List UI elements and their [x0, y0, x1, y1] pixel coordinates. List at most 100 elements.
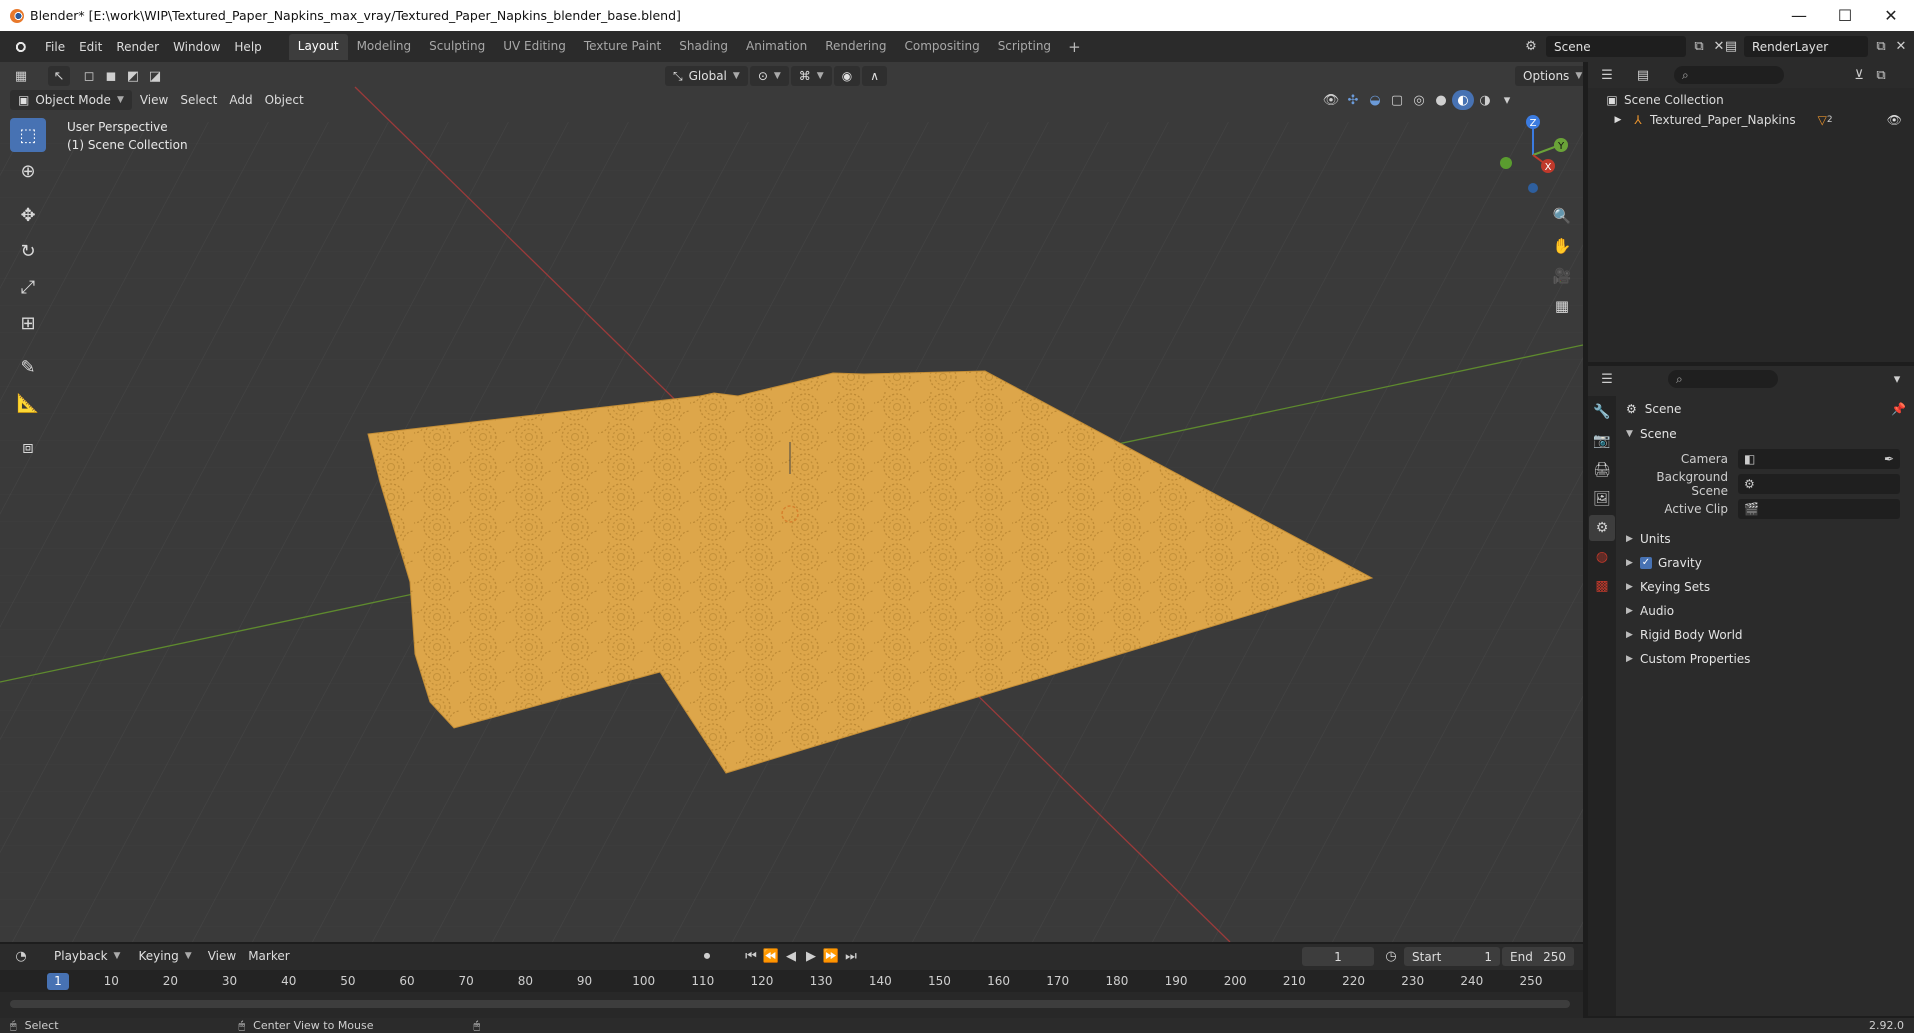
next-keyframe-icon[interactable]: ⏩ [820, 946, 842, 966]
outliner-item[interactable]: ▶ ⅄ Textured_Paper_Napkins ▽ 2 👁 [1588, 110, 1914, 130]
scene-panel-header[interactable]: ▼ Scene [1620, 422, 1914, 446]
timeline-editor-type-icon[interactable]: ◔ [10, 946, 32, 966]
camera-field[interactable]: ◧ ✒ [1738, 448, 1900, 469]
camera-view-icon[interactable]: 🎥 [1548, 262, 1576, 290]
solid-shading-icon[interactable]: ● [1430, 90, 1452, 110]
keying-menu[interactable]: Keying ▼ [130, 946, 199, 966]
overlays-toggle-icon[interactable]: ◒ [1364, 90, 1386, 110]
preview-range-icon[interactable]: ◷ [1380, 946, 1402, 966]
select-mode-intersect-icon[interactable]: ◪ [144, 66, 166, 86]
playhead-current-frame[interactable]: 1 [47, 973, 69, 990]
gravity-panel-header[interactable]: ▶ ✓ Gravity [1620, 551, 1914, 575]
rendered-shading-icon[interactable]: ◑ [1474, 90, 1496, 110]
viewport-menu-add[interactable]: Add [223, 91, 258, 109]
properties-editor-type-icon[interactable]: ☰ [1596, 369, 1618, 389]
blender-logo-icon[interactable] [10, 37, 28, 56]
custom-properties-panel-header[interactable]: ▶ Custom Properties [1620, 647, 1914, 671]
select-mode-extend-icon[interactable]: ◼ [100, 66, 122, 86]
output-tab-icon[interactable]: 🖨 [1589, 457, 1615, 483]
scene-browse-icon[interactable]: ⚙ [1520, 36, 1542, 56]
measure-tool-icon[interactable]: 📐 [10, 386, 46, 420]
move-tool-icon[interactable]: ✥ [10, 198, 46, 232]
texture-tab-icon[interactable]: ▩ [1589, 573, 1615, 599]
rotate-tool-icon[interactable]: ↻ [10, 234, 46, 268]
tool-tab-icon[interactable]: 🔧 [1589, 399, 1615, 425]
tab-modeling[interactable]: Modeling [348, 34, 421, 60]
units-panel-header[interactable]: ▶ Units [1620, 527, 1914, 551]
close-button[interactable]: ✕ [1868, 0, 1914, 31]
select-mode-subtract-icon[interactable]: ◩ [122, 66, 144, 86]
tab-uv-editing[interactable]: UV Editing [494, 34, 575, 60]
timeline-ruler[interactable]: 1 10 20 30 40 50 60 70 80 90 100 110 120 130 140 150 160… [0, 970, 1583, 992]
jump-end-icon[interactable]: ⏭ [840, 946, 862, 966]
minimize-button[interactable]: — [1776, 0, 1822, 31]
timeline-track[interactable] [0, 992, 1583, 1018]
active-clip-field[interactable]: 🎬 [1738, 498, 1900, 519]
timeline-menu-view[interactable]: View [202, 947, 242, 965]
current-frame-field[interactable]: 1 [1302, 947, 1374, 966]
keying-sets-panel-header[interactable]: ▶ Keying Sets [1620, 575, 1914, 599]
remove-view-layer-icon[interactable]: ✕ [1890, 36, 1912, 56]
record-icon[interactable]: ⏺ [696, 946, 718, 966]
gizmo-toggle-icon[interactable]: ✣ [1342, 90, 1364, 110]
add-workspace-button[interactable]: + [1060, 34, 1089, 60]
jump-start-icon[interactable]: ⏮ [740, 946, 762, 966]
gizmo-neg-y-axis[interactable] [1500, 157, 1512, 169]
pivot-point-dropdown[interactable]: ⊙ ▼ [749, 66, 789, 86]
outliner-editor-type-icon[interactable]: ☰ [1596, 65, 1618, 85]
scene-tab-icon[interactable]: ⚙ [1589, 515, 1615, 541]
3d-viewport[interactable]: ▦ ↖ ◻ ◼ ◩ ◪ ⤡ Global ▼ ⊙ ▼ ⌘ ▼ ◉ ∧ Options ▼… [0, 62, 1583, 942]
maximize-button[interactable]: ☐ [1822, 0, 1868, 31]
visibility-eye-icon[interactable]: 👁 [1887, 113, 1902, 127]
menu-window[interactable]: Window [166, 36, 227, 58]
editor-type-icon[interactable]: ▦ [10, 66, 32, 86]
outliner-search-input[interactable]: ⌕ [1674, 66, 1784, 84]
display-mode-icon[interactable]: ▤ [1632, 65, 1654, 85]
end-frame-field[interactable]: End 250 [1502, 947, 1574, 966]
viewport-menu-view[interactable]: View [134, 91, 174, 109]
object-mode-dropdown[interactable]: ▣ Object Mode ▼ [10, 90, 132, 110]
wireframe-shading-icon[interactable]: ◎ [1408, 90, 1430, 110]
new-view-layer-icon[interactable]: ⧉ [1870, 36, 1892, 56]
add-cube-tool-icon[interactable]: ⧈ [10, 430, 46, 464]
perspective-toggle-icon[interactable]: ▦ [1548, 292, 1576, 320]
properties-options-icon[interactable]: ▾ [1886, 369, 1908, 389]
new-scene-icon[interactable]: ⧉ [1688, 36, 1710, 56]
annotate-tool-icon[interactable]: ✎ [10, 350, 46, 384]
tab-scripting[interactable]: Scripting [989, 34, 1060, 60]
proportional-edit-toggle[interactable]: ◉ [833, 66, 861, 86]
view-layer-tab-icon[interactable]: 🖼 [1589, 486, 1615, 512]
transform-tool-icon[interactable]: ⊞ [10, 306, 46, 340]
tab-sculpting[interactable]: Sculpting [420, 34, 494, 60]
xray-toggle-icon[interactable]: ▢ [1386, 90, 1408, 110]
tab-layout[interactable]: Layout [288, 33, 348, 60]
scale-tool-icon[interactable]: ⤢ [10, 270, 46, 304]
gravity-checkbox[interactable]: ✓ [1640, 557, 1652, 569]
play-icon[interactable]: ▶ [800, 946, 822, 966]
filter-icon[interactable]: ⊻ [1848, 65, 1870, 85]
timeline-scrollbar[interactable] [10, 1000, 1570, 1008]
background-scene-field[interactable]: ⚙ [1738, 473, 1900, 494]
tab-compositing[interactable]: Compositing [895, 34, 988, 60]
menu-render[interactable]: Render [109, 36, 166, 58]
tab-rendering[interactable]: Rendering [816, 34, 895, 60]
gizmo-neg-z-axis[interactable] [1528, 183, 1538, 193]
select-tool-icon[interactable]: ↖ [48, 66, 70, 86]
world-tab-icon[interactable]: ◍ [1589, 544, 1615, 570]
snap-dropdown[interactable]: ⌘ ▼ [790, 66, 832, 86]
playback-menu[interactable]: Playback ▼ [46, 946, 128, 966]
expand-arrow-icon[interactable]: ▶ [1610, 115, 1626, 125]
rigid-body-world-panel-header[interactable]: ▶ Rigid Body World [1620, 623, 1914, 647]
tab-animation[interactable]: Animation [737, 34, 816, 60]
view-layer-selector[interactable]: RenderLayer [1744, 36, 1868, 57]
tab-shading[interactable]: Shading [670, 34, 737, 60]
menu-edit[interactable]: Edit [72, 36, 109, 58]
navigation-gizmo[interactable]: Z Y X [1488, 110, 1578, 200]
cursor-tool-icon[interactable]: ⊕ [10, 154, 46, 188]
start-frame-field[interactable]: Start 1 [1404, 947, 1500, 966]
play-reverse-icon[interactable]: ◀ [780, 946, 802, 966]
falloff-dropdown[interactable]: ∧ [862, 66, 887, 86]
properties-search-input[interactable]: ⌕ [1668, 370, 1778, 388]
transform-orientation-dropdown[interactable]: ⤡ Global ▼ [665, 66, 748, 86]
menu-help[interactable]: Help [227, 36, 268, 58]
